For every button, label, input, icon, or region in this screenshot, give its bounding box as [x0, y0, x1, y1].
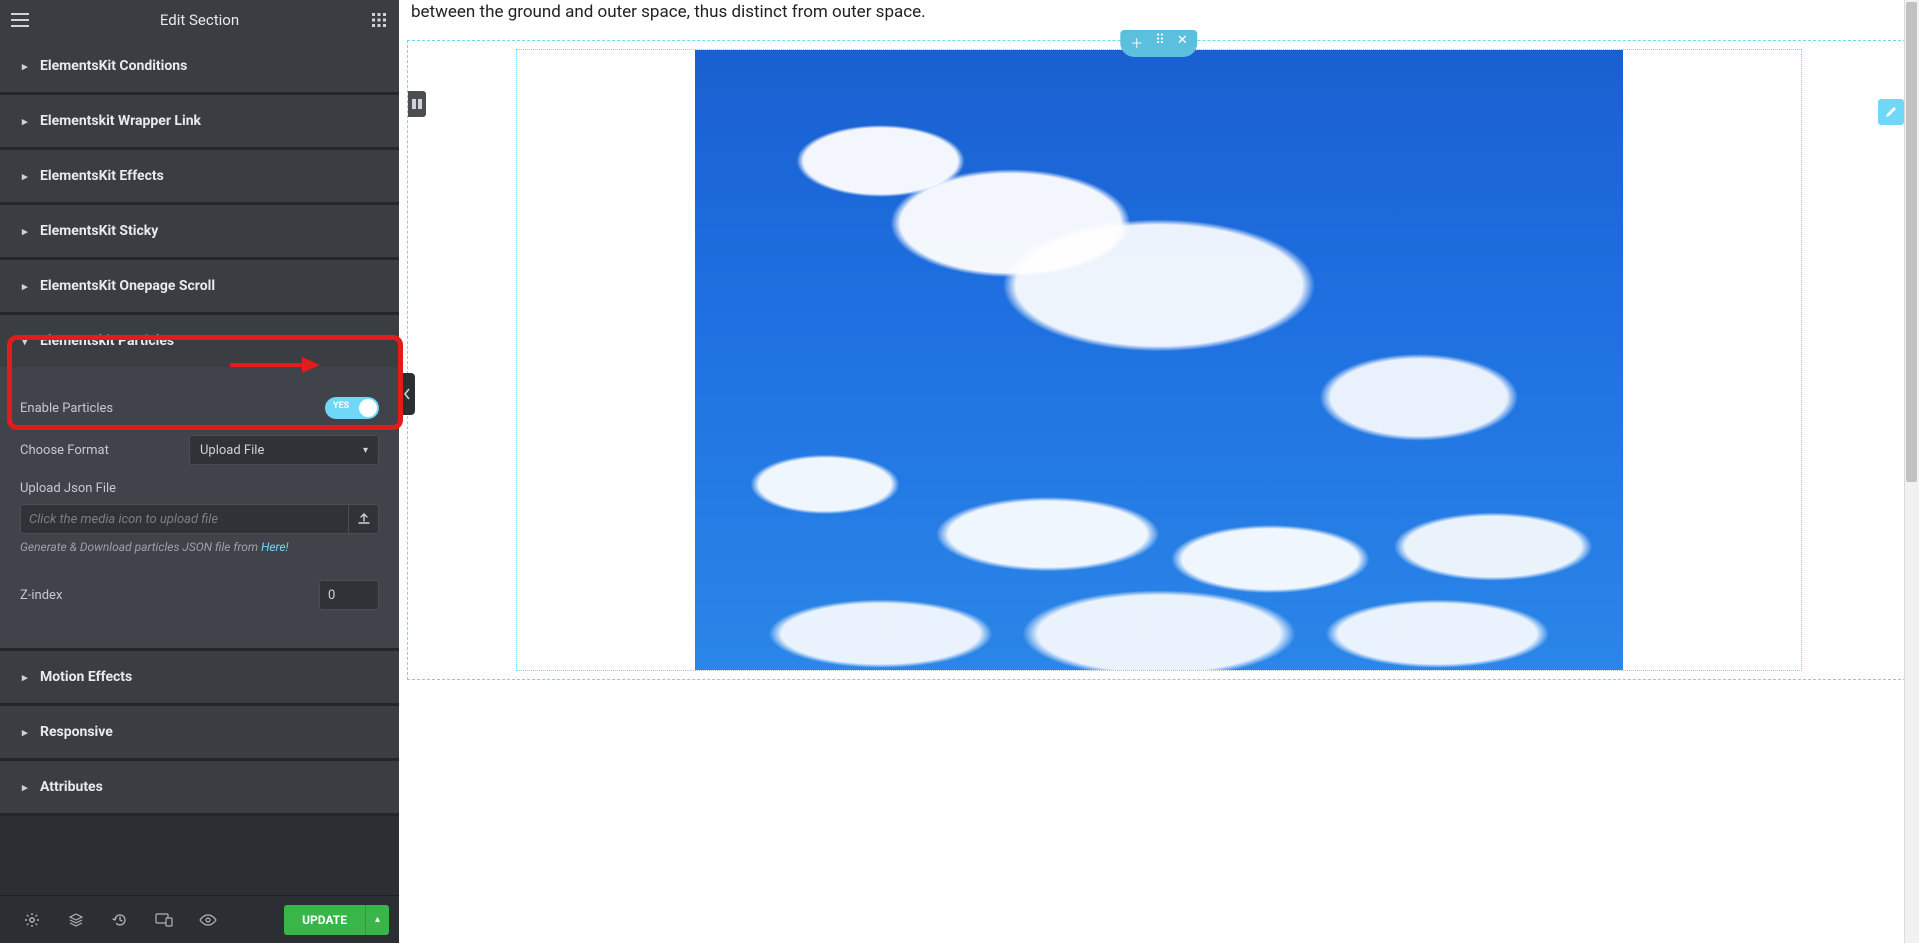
toggle-text: YES	[333, 401, 349, 411]
responsive-icon[interactable]	[142, 896, 186, 944]
hint-text: Generate & Download particles JSON file …	[20, 540, 379, 554]
menu-icon[interactable]	[0, 13, 40, 27]
column-tab-icon[interactable]	[408, 91, 426, 117]
upload-button[interactable]	[349, 504, 379, 534]
accordion-label: Attributes	[40, 779, 103, 795]
scrollbar-thumb[interactable]	[1906, 2, 1917, 482]
caret-right-icon: ▸	[22, 671, 30, 684]
caret-right-icon: ▸	[22, 170, 30, 183]
upload-json-field: Click the media icon to upload file	[20, 504, 379, 534]
chevron-down-icon: ▾	[363, 445, 368, 456]
accordion-effects: ▸ ElementsKit Effects	[0, 150, 399, 205]
toggle-knob	[359, 399, 377, 417]
input-zindex[interactable]: 0	[319, 580, 379, 610]
label-enable-particles: Enable Particles	[20, 401, 325, 416]
accordion-particles: ▾ Elementskit Particles Enable Particles…	[0, 315, 399, 651]
panel-header: Edit Section	[0, 0, 399, 40]
label-choose-format: Choose Format	[20, 443, 189, 458]
row-choose-format: Choose Format Upload File ▾	[20, 435, 379, 465]
history-icon[interactable]	[98, 896, 142, 944]
caret-right-icon: ▸	[22, 115, 30, 128]
accordion-wrapper-link: ▸ Elementskit Wrapper Link	[0, 95, 399, 150]
row-enable-particles: Enable Particles YES	[20, 397, 379, 419]
accordion-label: Elementskit Particles	[40, 333, 174, 349]
label-zindex: Z-index	[20, 588, 319, 603]
accordion-motion: ▸ Motion Effects	[0, 651, 399, 706]
accordion-responsive: ▸ Responsive	[0, 706, 399, 761]
close-section-icon[interactable]: ✕	[1177, 33, 1188, 52]
section-toolbar: ＋ ⠿ ✕	[1120, 30, 1197, 57]
accordion-label: ElementsKit Conditions	[40, 58, 187, 74]
accordion-label: Responsive	[40, 724, 113, 740]
editor-panel: Edit Section ▸ ElementsKit Conditions ▸ …	[0, 0, 399, 943]
accordion-head-sticky[interactable]: ▸ ElementsKit Sticky	[0, 205, 399, 257]
edit-widget-icon[interactable]	[1878, 99, 1904, 125]
accordion-head-onepage[interactable]: ▸ ElementsKit Onepage Scroll	[0, 260, 399, 312]
hint-prefix: Generate & Download particles JSON file …	[20, 540, 261, 554]
accordion-head-effects[interactable]: ▸ ElementsKit Effects	[0, 150, 399, 202]
sky-image	[695, 49, 1623, 671]
panel-collapse-tab[interactable]	[399, 373, 415, 415]
caret-right-icon: ▸	[22, 225, 30, 238]
caret-right-icon: ▸	[22, 726, 30, 739]
accordion-onepage: ▸ ElementsKit Onepage Scroll	[0, 260, 399, 315]
hint-link[interactable]: Here!	[261, 540, 288, 554]
accordion-body-particles: Enable Particles YES Choose Format Uploa…	[0, 367, 399, 648]
preview-area: between the ground and outer space, thus…	[399, 0, 1919, 943]
section-wrap[interactable]	[407, 40, 1911, 680]
panel-footer: UPDATE ▴	[0, 895, 399, 943]
accordion-head-motion[interactable]: ▸ Motion Effects	[0, 651, 399, 703]
accordion-label: ElementsKit Onepage Scroll	[40, 278, 215, 294]
window-scrollbar[interactable]	[1904, 0, 1919, 943]
accordion-attributes: ▸ Attributes	[0, 761, 399, 816]
row-zindex: Z-index 0	[20, 580, 379, 610]
upload-placeholder: Click the media icon to upload file	[29, 512, 218, 527]
accordion-sticky: ▸ ElementsKit Sticky	[0, 205, 399, 260]
select-value: Upload File	[200, 443, 264, 458]
inner-column[interactable]	[516, 49, 1802, 671]
widgets-grid-icon[interactable]	[359, 13, 399, 27]
add-section-icon[interactable]: ＋	[1130, 33, 1143, 52]
navigator-icon[interactable]	[54, 896, 98, 944]
accordion-label: Elementskit Wrapper Link	[40, 113, 201, 129]
caret-right-icon: ▸	[22, 60, 30, 73]
caret-right-icon: ▸	[22, 781, 30, 794]
select-choose-format[interactable]: Upload File ▾	[189, 435, 379, 465]
panel-title: Edit Section	[40, 11, 359, 29]
settings-icon[interactable]	[10, 896, 54, 944]
accordion-label: ElementsKit Effects	[40, 168, 164, 184]
accordion-conditions: ▸ ElementsKit Conditions	[0, 40, 399, 95]
accordion-head-responsive[interactable]: ▸ Responsive	[0, 706, 399, 758]
update-caret[interactable]: ▴	[365, 905, 389, 935]
update-label: UPDATE	[302, 913, 347, 927]
accordion-label: ElementsKit Sticky	[40, 223, 158, 239]
accordion-label: Motion Effects	[40, 669, 132, 685]
label-upload-json: Upload Json File	[20, 481, 379, 496]
accordion-head-conditions[interactable]: ▸ ElementsKit Conditions	[0, 40, 399, 92]
toggle-enable-particles[interactable]: YES	[325, 397, 379, 419]
panel-body: ▸ ElementsKit Conditions ▸ Elementskit W…	[0, 40, 399, 895]
upload-json-input[interactable]: Click the media icon to upload file	[20, 504, 349, 534]
zindex-value: 0	[328, 588, 335, 603]
accordion-head-attributes[interactable]: ▸ Attributes	[0, 761, 399, 813]
preview-icon[interactable]	[186, 896, 230, 944]
update-button[interactable]: UPDATE	[284, 905, 365, 935]
caret-right-icon: ▸	[22, 280, 30, 293]
accordion-head-particles[interactable]: ▾ Elementskit Particles	[0, 315, 399, 367]
accordion-head-wrapper-link[interactable]: ▸ Elementskit Wrapper Link	[0, 95, 399, 147]
caret-down-icon: ▾	[22, 335, 30, 348]
drag-section-icon[interactable]: ⠿	[1155, 33, 1165, 52]
preview-paragraph: between the ground and outer space, thus…	[399, 0, 1919, 26]
